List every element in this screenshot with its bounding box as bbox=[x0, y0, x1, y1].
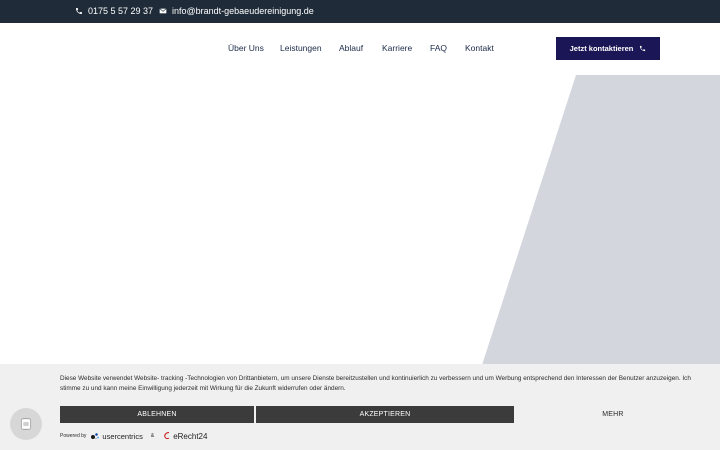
nav-item-kontakt[interactable]: Kontakt bbox=[465, 43, 494, 53]
phone-icon bbox=[640, 45, 646, 52]
fingerprint-icon bbox=[20, 418, 32, 430]
email-address: info@brandt-gebaeudereinigung.de bbox=[172, 6, 314, 16]
nav-item-ablauf[interactable]: Ablauf bbox=[339, 43, 363, 53]
hero-background-shape bbox=[482, 75, 720, 365]
top-contact-bar: 0175 5 57 29 37 info@brandt-gebaeuderein… bbox=[0, 0, 720, 23]
email-link[interactable]: info@brandt-gebaeudereinigung.de bbox=[159, 6, 314, 16]
decline-button[interactable]: ABLEHNEN bbox=[60, 406, 254, 423]
nav-item-faq[interactable]: FAQ bbox=[430, 43, 447, 53]
accept-button[interactable]: AKZEPTIEREN bbox=[256, 406, 514, 423]
phone-number: 0175 5 57 29 37 bbox=[88, 6, 154, 16]
hero-section bbox=[0, 75, 720, 365]
contact-cta-button[interactable]: Jetzt kontaktieren bbox=[556, 37, 660, 60]
usercentrics-logo[interactable]: usercentrics bbox=[90, 431, 143, 441]
erecht24-icon bbox=[164, 432, 170, 440]
more-button[interactable]: MEHR bbox=[516, 406, 710, 423]
ampersand: & bbox=[150, 433, 155, 439]
powered-by: Powered by usercentrics & eRecht24 bbox=[60, 430, 207, 442]
mail-icon bbox=[159, 8, 167, 14]
usercentrics-icon bbox=[91, 433, 100, 440]
cta-label: Jetzt kontaktieren bbox=[569, 44, 634, 53]
erecht24-logo[interactable]: eRecht24 bbox=[162, 431, 207, 441]
nav-item-leistungen[interactable]: Leistungen bbox=[280, 43, 322, 53]
site-header: Über Uns Leistungen Ablauf Karriere FAQ … bbox=[0, 23, 720, 75]
nav-item-karriere[interactable]: Karriere bbox=[382, 43, 412, 53]
cookie-consent-banner: Diese Website verwendet Website- trackin… bbox=[0, 364, 720, 450]
nav-item-ueber-uns[interactable]: Über Uns bbox=[228, 43, 264, 53]
phone-link[interactable]: 0175 5 57 29 37 bbox=[75, 6, 153, 16]
powered-by-label: Powered by bbox=[60, 433, 87, 439]
privacy-settings-button[interactable] bbox=[10, 408, 42, 440]
erecht24-text: eRecht24 bbox=[173, 431, 208, 441]
usercentrics-text: usercentrics bbox=[102, 431, 143, 441]
phone-icon bbox=[76, 8, 82, 14]
cookie-consent-text: Diese Website verwendet Website- trackin… bbox=[60, 375, 691, 392]
